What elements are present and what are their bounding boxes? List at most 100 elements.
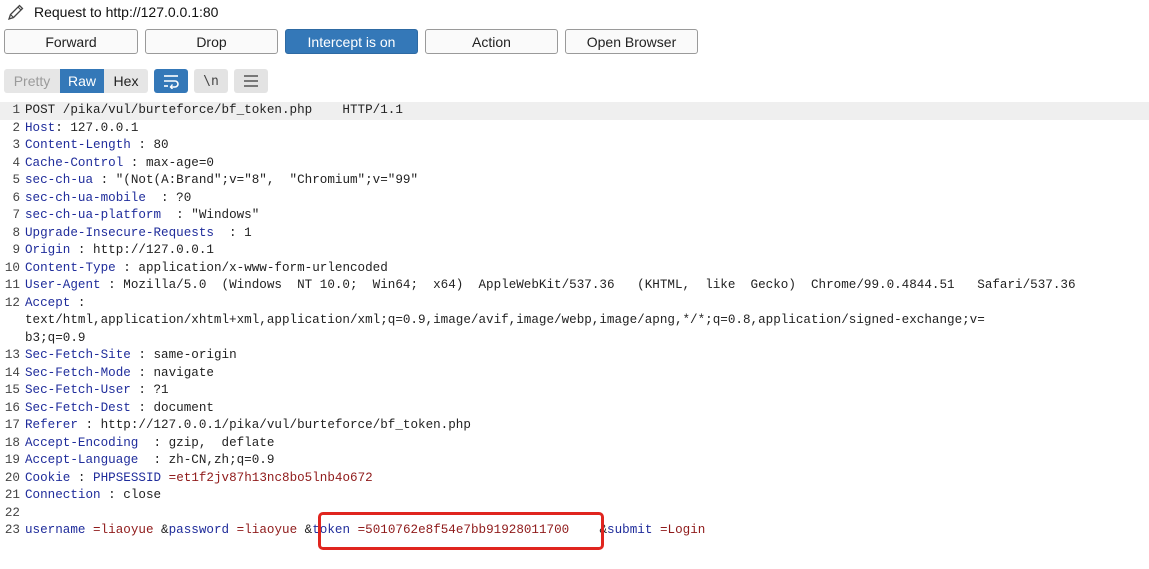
- header-line: 18 Accept-Encoding : gzip, deflate: [0, 435, 1149, 453]
- tab-hex[interactable]: Hex: [104, 69, 148, 93]
- header-line: 10 Content-Type : application/x-www-form-…: [0, 260, 1149, 278]
- header-line: 19 Accept-Language : zh-CN,zh;q=0.9: [0, 452, 1149, 470]
- line-number: 3: [12, 138, 20, 152]
- cookie-value: et1f2jv87h13nc8bo5lnb4o672: [176, 470, 373, 485]
- request-title: Request to http://127.0.0.1:80: [34, 4, 219, 20]
- line-number: 8: [12, 225, 20, 240]
- header-line: 12 Accept :: [0, 295, 1149, 313]
- pencil-icon: [7, 4, 24, 21]
- header-value: zh-CN,zh;q=0.9: [168, 453, 275, 467]
- header-value-continuation: text/html,application/xhtml+xml,applicat…: [25, 313, 985, 327]
- line-number: 10: [4, 260, 20, 275]
- action-button[interactable]: Action: [425, 29, 558, 54]
- line-number: 11: [4, 278, 20, 292]
- header-line: 20 Cookie : PHPSESSID =et1f2jv87h13nc8bo5…: [0, 470, 1149, 488]
- header-value: navigate: [153, 365, 214, 380]
- newline-icon: \n: [203, 73, 219, 89]
- header-value: http://127.0.0.1: [93, 243, 214, 257]
- header-value: "(Not(A:Brand";v="8", "Chromium";v="99": [115, 173, 419, 187]
- header-line: 21 Connection : close: [0, 487, 1149, 505]
- tab-raw[interactable]: Raw: [60, 69, 104, 93]
- header-value: 80: [153, 138, 169, 152]
- header-name: Cache-Control: [25, 155, 124, 170]
- header-name: sec-ch-ua-mobile: [25, 190, 146, 205]
- header-line: 4 Cache-Control : max-age=0: [0, 155, 1149, 173]
- line-number: 18: [4, 435, 20, 450]
- header-value: http://127.0.0.1/pika/vul/burteforce/bf_…: [100, 418, 471, 432]
- line-number: 19: [4, 453, 20, 467]
- view-mode-segmented-control: Pretty Raw Hex: [4, 69, 148, 93]
- line-number: 21: [4, 488, 20, 502]
- param-value: liaoyue: [244, 523, 298, 537]
- header-name: Sec-Fetch-Site: [25, 348, 131, 362]
- header-name: Sec-Fetch-User: [25, 383, 131, 397]
- line-number: 20: [4, 470, 20, 485]
- word-wrap-icon: [164, 75, 179, 89]
- header-value: gzip, deflate: [168, 435, 275, 450]
- header-line: 7 sec-ch-ua-platform : "Windows": [0, 207, 1149, 225]
- header-name: Referer: [25, 418, 78, 432]
- line-number: 17: [4, 418, 20, 432]
- line-number: 14: [4, 365, 20, 380]
- header-name: sec-ch-ua-platform: [25, 208, 162, 222]
- forward-button[interactable]: Forward: [4, 29, 138, 54]
- param-value: Login: [667, 523, 706, 537]
- header-value: ?1: [153, 383, 169, 397]
- param-name: password: [168, 523, 230, 537]
- header-value: 1: [244, 225, 252, 240]
- header-line: 17 Referer : http://127.0.0.1/pika/vul/bu…: [0, 417, 1149, 435]
- intercept-toolbar: Forward Drop Intercept is on Action Open…: [4, 29, 705, 54]
- param-name: submit: [607, 523, 653, 537]
- header-line: 13 Sec-Fetch-Site : same-origin: [0, 347, 1149, 365]
- drop-button[interactable]: Drop: [145, 29, 278, 54]
- message-view-bar: Pretty Raw Hex \n: [4, 69, 268, 93]
- header-value: application/x-www-form-urlencoded: [138, 260, 388, 275]
- line-number: 23: [4, 523, 20, 537]
- header-line: 3 Content-Length : 80: [0, 137, 1149, 155]
- line-number: 5: [12, 173, 20, 187]
- header-value-continuation: b3;q=0.9: [25, 330, 86, 345]
- word-wrap-button[interactable]: [154, 69, 188, 93]
- header-line: 6 sec-ch-ua-mobile : ?0: [0, 190, 1149, 208]
- request-line: 1 POST /pika/vul/burteforce/bf_token.php …: [0, 102, 1149, 120]
- line-number: 7: [12, 208, 20, 222]
- header-value: max-age=0: [145, 155, 214, 170]
- line-number: 2: [12, 120, 20, 135]
- header-name: sec-ch-ua: [25, 173, 94, 187]
- line-number: 22: [4, 505, 20, 520]
- header-value: ?0: [176, 190, 192, 205]
- header-name: Connection: [25, 488, 101, 502]
- header-line: 2 Host: 127.0.0.1: [0, 120, 1149, 138]
- line-number: 4: [12, 155, 20, 170]
- header-name: Upgrade-Insecure-Requests: [25, 225, 214, 240]
- header-line: 5 sec-ch-ua : "(Not(A:Brand";v="8", "Chro…: [0, 172, 1149, 190]
- line-number: 1: [12, 103, 20, 117]
- show-newlines-button[interactable]: \n: [194, 69, 228, 93]
- header-value: same-origin: [153, 348, 237, 362]
- raw-request-editor[interactable]: 1 POST /pika/vul/burteforce/bf_token.php …: [0, 102, 1149, 540]
- header-name: Cookie: [25, 470, 71, 485]
- intercept-toggle-button[interactable]: Intercept is on: [285, 29, 418, 54]
- tab-pretty[interactable]: Pretty: [4, 69, 60, 93]
- header-value: close: [123, 488, 162, 502]
- header-name: Accept: [25, 295, 71, 310]
- header-value: 127.0.0.1: [70, 120, 139, 135]
- header-name: Host: [25, 120, 56, 135]
- line-number: 16: [4, 400, 20, 415]
- param-value: liaoyue: [100, 523, 154, 537]
- header-line: 16 Sec-Fetch-Dest : document: [0, 400, 1149, 418]
- header-name: Accept-Language: [25, 453, 139, 467]
- header-line: 8 Upgrade-Insecure-Requests : 1: [0, 225, 1149, 243]
- header-name: Content-Type: [25, 260, 116, 275]
- header-name: Accept-Encoding: [25, 435, 139, 450]
- header-name: User-Agent: [25, 278, 101, 292]
- header-line: 14 Sec-Fetch-Mode : navigate: [0, 365, 1149, 383]
- open-browser-button[interactable]: Open Browser: [565, 29, 698, 54]
- line-number: 12: [4, 295, 20, 310]
- hamburger-menu-icon: [244, 75, 258, 87]
- param-name: username: [25, 523, 86, 537]
- header-name: Origin: [25, 243, 71, 257]
- header-name: Sec-Fetch-Dest: [25, 400, 131, 415]
- menu-button[interactable]: [234, 69, 268, 93]
- header-name: Content-Length: [25, 138, 131, 152]
